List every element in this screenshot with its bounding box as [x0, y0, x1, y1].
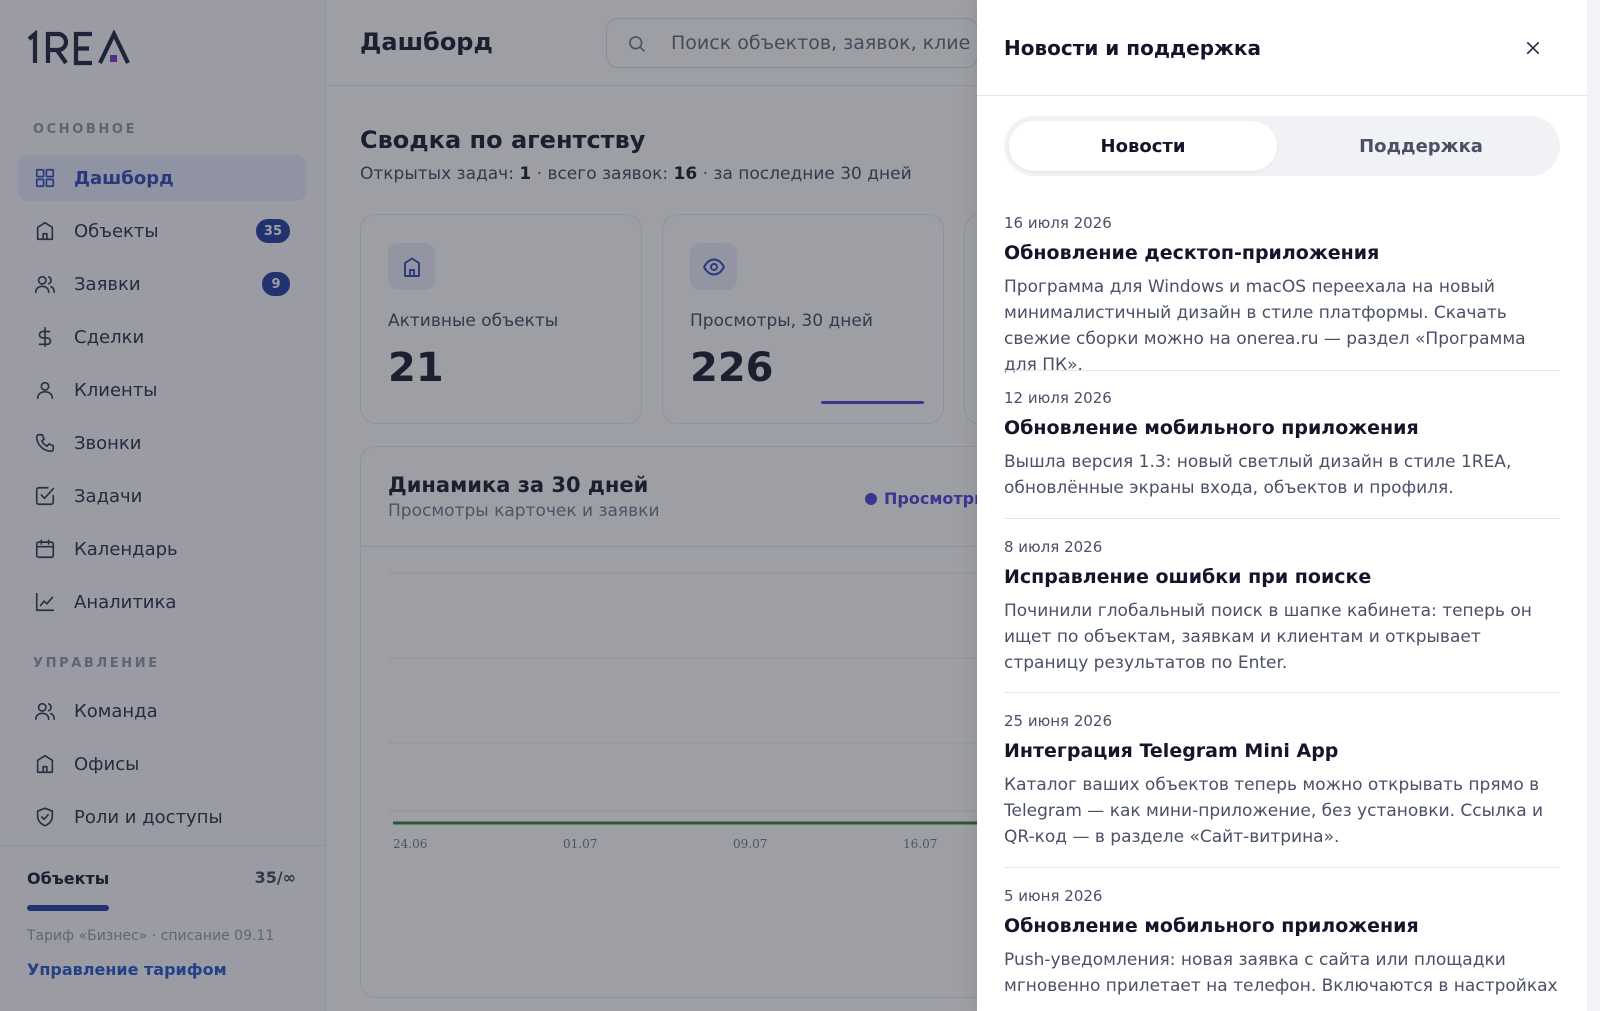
page-scrollbar-edge	[1587, 0, 1600, 1011]
tab-support[interactable]: Поддержка	[1287, 121, 1555, 171]
news-text: Каталог ваших объектов теперь можно откр…	[1004, 775, 1544, 847]
news-text: Push-уведомления: новая заявка с сайта и…	[1004, 950, 1558, 996]
news-title: Обновление мобильного приложения	[1004, 417, 1419, 439]
modal-overlay[interactable]	[0, 0, 977, 1011]
news-text: Программа для Windows и macOS переехала …	[1004, 277, 1526, 375]
news-title: Исправление ошибки при поиске	[1004, 566, 1372, 588]
close-button[interactable]	[1521, 36, 1545, 60]
news-title: Интеграция Telegram Mini App	[1004, 740, 1339, 762]
tab-news[interactable]: Новости	[1009, 121, 1277, 171]
news-item[interactable]: 25 июня 2026 Интеграция Telegram Mini Ap…	[1004, 712, 1560, 850]
news-title: Обновление мобильного приложения	[1004, 915, 1419, 937]
news-date: 25 июня 2026	[1004, 712, 1113, 730]
news-support-panel: Новости и поддержка Новости Поддержка 16…	[977, 0, 1587, 1011]
news-date: 16 июля 2026	[1004, 214, 1112, 232]
news-item[interactable]: 12 июля 2026 Обновление мобильного прило…	[1004, 389, 1560, 501]
news-item[interactable]: 8 июля 2026 Исправление ошибки при поиск…	[1004, 538, 1560, 676]
news-date: 8 июля 2026	[1004, 538, 1103, 556]
panel-tabs: Новости Поддержка	[1004, 116, 1560, 176]
panel-header: Новости и поддержка	[977, 0, 1587, 96]
news-title: Обновление десктоп-приложения	[1004, 242, 1380, 264]
close-icon	[1526, 41, 1540, 55]
news-date: 12 июля 2026	[1004, 389, 1112, 407]
news-text: Вышла версия 1.3: новый светлый дизайн в…	[1004, 452, 1512, 498]
news-item[interactable]: 5 июня 2026 Обновление мобильного прилож…	[1004, 887, 1560, 999]
news-text: Починили глобальный поиск в шапке кабине…	[1004, 601, 1532, 673]
news-divider	[1004, 692, 1560, 693]
news-item[interactable]: 16 июля 2026 Обновление десктоп-приложен…	[1004, 214, 1560, 378]
news-divider	[1004, 867, 1560, 868]
news-divider	[1004, 518, 1560, 519]
news-divider	[1004, 370, 1560, 371]
panel-title: Новости и поддержка	[1004, 36, 1261, 60]
news-date: 5 июня 2026	[1004, 887, 1103, 905]
